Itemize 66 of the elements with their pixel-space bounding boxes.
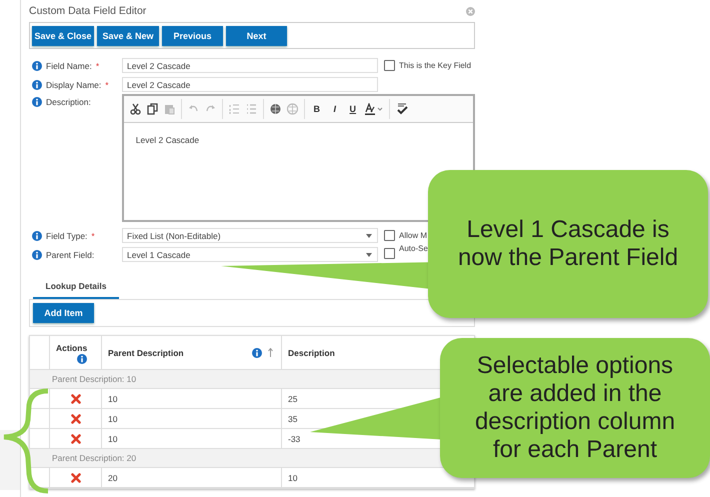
delete-icon[interactable] — [70, 394, 80, 404]
table-cell: -33 — [288, 434, 300, 444]
format-button[interactable]: B — [310, 104, 323, 114]
info-icon — [32, 230, 42, 240]
field-label: Field Name: — [46, 60, 92, 70]
toolbar-button[interactable]: Save & Close — [32, 26, 94, 46]
info-icon — [77, 354, 88, 364]
text-field[interactable]: Level 2 Cascade — [122, 58, 378, 73]
info-icon — [32, 250, 42, 260]
delete-icon[interactable] — [70, 434, 80, 444]
text-color-icon[interactable] — [364, 103, 383, 115]
toolbar-button[interactable]: Previous — [162, 26, 223, 46]
field-label: Display Name: — [46, 80, 102, 90]
scissors-icon[interactable] — [130, 103, 141, 115]
required-mark: * — [91, 230, 95, 240]
sort-arrow-icon — [268, 348, 273, 357]
required-mark: * — [105, 80, 109, 90]
dialog-title: Custom Data Field Editor — [29, 5, 146, 17]
toolbar-button[interactable]: Next — [226, 26, 287, 46]
table-cell: 25 — [288, 394, 298, 404]
group-header: Parent Description: 20 — [52, 453, 136, 463]
table-cell: 10 — [108, 414, 118, 424]
info-icon — [252, 348, 262, 358]
field-label: Description: — [46, 97, 91, 107]
callout-bubble: Level 1 Cascade is now the Parent Field — [428, 170, 708, 318]
required-mark: * — [96, 60, 100, 70]
group-header: Parent Description: 10 — [52, 374, 136, 384]
column-header: Actions — [56, 343, 88, 353]
add-item-button[interactable]: Add Item — [33, 303, 94, 323]
table-cell: 20 — [108, 472, 118, 482]
field-label: Field Type: — [46, 230, 88, 240]
field-value: Level 1 Cascade — [127, 250, 190, 260]
info-icon — [32, 97, 42, 107]
caret-icon — [366, 234, 372, 238]
checkbox[interactable] — [384, 60, 395, 71]
info-icon — [32, 80, 42, 90]
rich-text-editor[interactable]: B I U Level 2 Cascade — [122, 94, 475, 222]
toolbar-button[interactable]: Save & New — [97, 26, 159, 46]
checkbox-label: This is the Key Field — [399, 61, 472, 70]
checkbox-label: Auto-Se — [399, 244, 428, 253]
checkbox[interactable] — [384, 248, 395, 259]
tab[interactable]: Lookup Details — [33, 275, 119, 299]
table-cell: 10 — [108, 394, 118, 404]
table-cell: 10 — [288, 472, 298, 482]
dropdown-field[interactable]: Fixed List (Non-Editable) — [122, 228, 378, 243]
column-header[interactable]: Description — [288, 348, 335, 358]
callout-bubble: Selectable options are added in the description column for each Parent — [440, 338, 710, 478]
info-icon — [32, 60, 42, 70]
spellcheck-icon[interactable] — [396, 103, 408, 115]
checkbox-label: Allow M — [399, 231, 428, 240]
caret-icon — [366, 252, 372, 256]
table-cell: 10 — [108, 434, 118, 444]
field-label: Parent Field: — [46, 250, 94, 260]
text-field[interactable]: Level 2 Cascade — [122, 77, 378, 92]
field-value: Fixed List (Non-Editable) — [127, 230, 221, 240]
column-header[interactable]: Parent Description — [108, 348, 184, 358]
checkbox[interactable] — [384, 230, 395, 241]
dropdown-field[interactable]: Level 1 Cascade — [122, 247, 378, 262]
format-button[interactable]: U — [346, 104, 359, 114]
delete-icon[interactable] — [70, 414, 80, 424]
copy-icon[interactable] — [146, 103, 158, 115]
delete-icon[interactable] — [70, 472, 80, 482]
format-button[interactable]: I — [328, 104, 341, 114]
globe-link-icon[interactable] — [270, 103, 281, 115]
table-cell: 35 — [288, 414, 298, 424]
editor-text: Level 2 Cascade — [136, 135, 200, 145]
